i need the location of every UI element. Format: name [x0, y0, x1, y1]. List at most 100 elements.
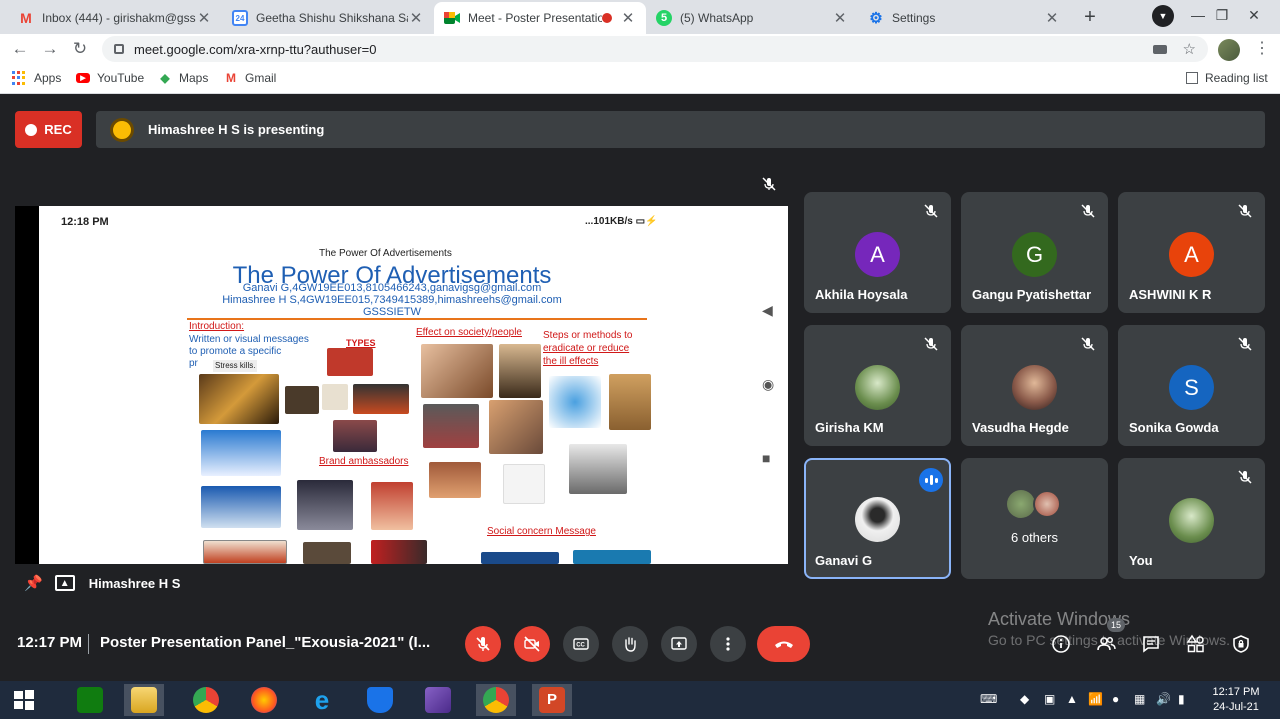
bookmark-gmail[interactable]: M Gmail — [224, 71, 276, 85]
participant-tile-sonika[interactable]: S Sonika Gowda — [1118, 325, 1265, 446]
tab-title: Inbox (444) - girishakm@gsss.e — [42, 11, 196, 25]
close-icon[interactable]: ✕ — [832, 9, 848, 27]
reload-button[interactable]: ↻ — [69, 38, 91, 60]
bookmark-maps[interactable]: ◆ Maps — [158, 71, 208, 85]
close-icon[interactable]: ✕ — [408, 9, 424, 27]
bookmark-star-icon[interactable]: ☆ — [1183, 40, 1196, 58]
participant-tile-akhila[interactable]: A Akhila Hoysala — [804, 192, 951, 313]
close-icon[interactable]: ✕ — [620, 9, 636, 27]
tab-calendar[interactable]: 24 Geetha Shishu Shikshana Sang ✕ — [222, 2, 434, 34]
window-close-button[interactable]: ✕ — [1234, 0, 1274, 34]
presenter-avatar — [110, 117, 134, 142]
chat-icon — [1143, 636, 1159, 653]
close-icon[interactable]: ✕ — [196, 9, 212, 27]
meeting-details-button[interactable] — [1050, 633, 1072, 655]
host-controls-button[interactable] — [1230, 633, 1252, 655]
profile-avatar[interactable] — [1218, 39, 1240, 61]
participant-tile-others[interactable]: 6 others — [961, 458, 1108, 579]
taskbar-chrome-active[interactable] — [476, 684, 516, 716]
camera-toggle-button[interactable] — [514, 626, 550, 662]
tab-gmail[interactable]: M Inbox (444) - girishakm@gsss.e ✕ — [8, 2, 222, 34]
forward-button[interactable]: → — [39, 38, 61, 60]
tab-whatsapp[interactable]: 5 (5) WhatsApp ✕ — [646, 2, 858, 34]
participant-tile-gangu[interactable]: G Gangu Pyatishettar — [961, 192, 1108, 313]
meeting-title: Poster Presentation Panel_"Exousia-2021"… — [100, 634, 431, 651]
captions-button[interactable]: CC — [563, 626, 599, 662]
poster-small-title: The Power Of Advertisements — [319, 248, 452, 259]
tray-update-icon[interactable]: ● — [1112, 692, 1119, 706]
poster-intro-line3: pr — [189, 358, 198, 369]
poster-effect-head: Effect on society/people — [416, 327, 522, 338]
recents-square-icon: ■ — [762, 450, 771, 466]
bookmark-label: Gmail — [245, 71, 277, 85]
close-icon[interactable]: ✕ — [1044, 9, 1060, 27]
more-options-button[interactable] — [710, 626, 746, 662]
bookmark-apps[interactable]: Apps — [12, 71, 61, 85]
poster-image — [333, 420, 377, 452]
taskbar-clock[interactable]: 12:17 PM 24-Jul-21 — [1206, 685, 1266, 715]
raise-hand-button[interactable] — [612, 626, 648, 662]
participant-tile-girisha[interactable]: Girisha KM — [804, 325, 951, 446]
volume-icon[interactable]: 🔊 — [1156, 692, 1171, 706]
wifi-signal-icon[interactable]: 📶 — [1088, 692, 1103, 706]
pin-icon[interactable]: 📌 — [24, 574, 43, 592]
internet-explorer-icon: e — [314, 685, 330, 715]
avatar — [1033, 490, 1061, 518]
youtube-icon: ▶ — [76, 73, 90, 83]
participant-tile-ganavi[interactable]: Ganavi G — [804, 458, 951, 579]
tray-app-icon[interactable]: ▲ — [1066, 692, 1078, 706]
poster-institute: GSSSIETW — [362, 306, 422, 318]
taskbar-file-explorer[interactable] — [124, 684, 164, 716]
start-button[interactable] — [4, 684, 44, 716]
chat-button[interactable] — [1140, 633, 1162, 655]
reading-list-button[interactable]: Reading list — [1186, 71, 1268, 85]
taskbar-firefox[interactable] — [244, 684, 284, 716]
url-text: meet.google.com/xra-xrnp-ttu?authuser=0 — [134, 41, 377, 57]
participant-tile-ashwini[interactable]: A ASHWINI K R — [1118, 192, 1265, 313]
tab-meet[interactable]: Meet - Poster Presentation ✕ — [434, 2, 646, 34]
poster-stress-text: Stress kills. — [213, 360, 258, 372]
recording-button[interactable]: REC — [15, 111, 82, 148]
taskbar-security[interactable] — [360, 684, 400, 716]
keyboard-icon[interactable]: ⌨ — [980, 692, 997, 706]
maps-icon: ◆ — [160, 71, 170, 85]
folder-icon — [131, 687, 157, 713]
mic-off-icon — [761, 176, 777, 192]
activities-button[interactable] — [1185, 633, 1207, 655]
avatar: G — [1012, 232, 1057, 277]
present-now-button[interactable] — [661, 626, 697, 662]
tab-search-chevron-icon[interactable]: ▼ — [1152, 5, 1174, 27]
taskbar-powerpoint[interactable]: P — [532, 684, 572, 716]
mic-toggle-button[interactable] — [465, 626, 501, 662]
apps-grid-icon — [12, 71, 26, 85]
bookmark-youtube[interactable]: ▶ YouTube — [76, 71, 144, 85]
whatsapp-icon: 5 — [656, 10, 672, 26]
address-bar[interactable]: meet.google.com/xra-xrnp-ttu?authuser=0 … — [102, 36, 1208, 62]
tray-app-icon[interactable]: ◆ — [1020, 692, 1029, 706]
back-button[interactable]: ← — [9, 38, 31, 60]
avatar: A — [855, 232, 900, 277]
battery-icon[interactable]: ▮ — [1178, 692, 1185, 706]
recording-indicator-icon — [602, 13, 612, 23]
tray-chat-icon[interactable]: ▣ — [1044, 692, 1055, 706]
taskbar-visual-studio[interactable] — [418, 684, 458, 716]
clock-date: 24-Jul-21 — [1213, 701, 1259, 713]
leave-call-button[interactable] — [757, 626, 810, 662]
taskbar-ie[interactable]: e — [302, 684, 342, 716]
kebab-menu-icon[interactable]: ⋮ — [1254, 38, 1270, 58]
phone-screen: 12:18 PM ...101KB/s ▭⚡ The Power Of Adve… — [39, 206, 788, 564]
poster-image — [303, 542, 351, 564]
poster-intro-line2: to promote a specific — [189, 346, 282, 357]
divider — [88, 634, 89, 654]
participant-tile-vasudha[interactable]: Vasudha Hegde — [961, 325, 1108, 446]
taskbar-chrome[interactable] — [186, 684, 226, 716]
taskbar-store[interactable] — [70, 684, 110, 716]
tab-settings[interactable]: ⚙ Settings ✕ — [858, 2, 1070, 34]
new-tab-button[interactable]: + — [1076, 5, 1104, 29]
participant-name: Akhila Hoysala — [815, 287, 908, 302]
camera-icon[interactable] — [1152, 44, 1167, 54]
people-button[interactable] — [1095, 633, 1117, 655]
meeting-time: 12:17 PM — [17, 634, 83, 651]
participant-tile-you[interactable]: You — [1118, 458, 1265, 579]
tray-network-icon[interactable]: ▦ — [1134, 692, 1145, 706]
